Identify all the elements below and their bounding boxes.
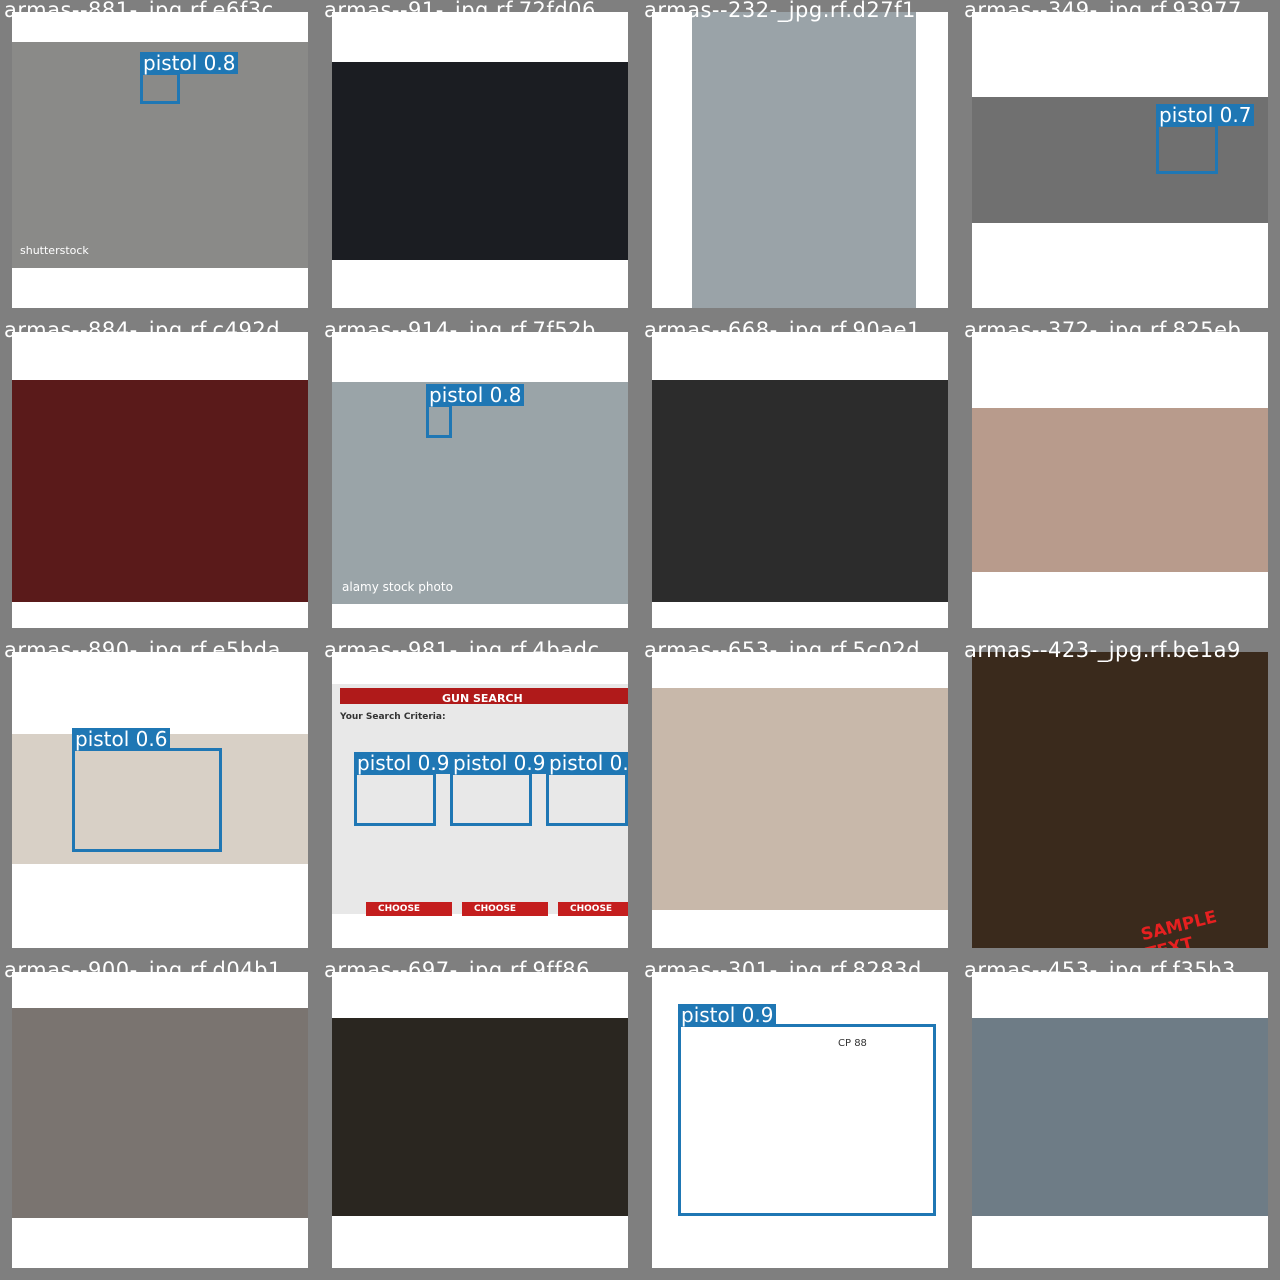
detection-box [72, 748, 222, 852]
detection-box [678, 1024, 936, 1216]
image-tile: armas--884-_jpg.rf.c492d [0, 320, 320, 640]
image-tile: armas--91-_jpg.rf.72fd06 [320, 0, 640, 320]
image-canvas [972, 332, 1268, 628]
photo-overlay-text: shutterstock [20, 244, 89, 257]
photo-overlay-text: Your Search Criteria: [340, 712, 446, 722]
photo [332, 62, 628, 260]
detection-label: pistol 0.6 [72, 728, 171, 750]
photo-overlay-text: CHOOSE [570, 904, 613, 914]
photo [332, 1018, 628, 1216]
image-canvas [972, 972, 1268, 1268]
image-tile: armas--668-_jpg.rf.90ae1 [640, 320, 960, 640]
image-canvas: shutterstock pistol 0.8 [12, 12, 308, 308]
photo-overlay-text: alamy stock photo [342, 580, 453, 594]
detection-box [546, 772, 628, 826]
image-canvas: SAMPLE TEXT [972, 652, 1268, 948]
image-tile: SAMPLE TEXTarmas--423-_jpg.rf.be1a9 [960, 640, 1280, 960]
photo [652, 380, 948, 602]
image-tile: shutterstock pistol 0.8 armas--881-_jpg.rf… [0, 0, 320, 320]
image-tile: armas--697-_jpg.rf.9ff86 [320, 960, 640, 1280]
image-tile: armas--372-_jpg.rf.825eb [960, 320, 1280, 640]
image-canvas: alamy stock photo pistol 0.8 [332, 332, 628, 628]
detection-box [1156, 124, 1218, 174]
detection-box [426, 404, 452, 438]
image-canvas [652, 12, 948, 308]
image-canvas [12, 332, 308, 628]
photo [652, 688, 948, 910]
image-canvas [332, 972, 628, 1268]
detection-label: pistol 0.9 [354, 752, 453, 774]
image-tile: armas--453-_jpg.rf.f35b3 [960, 960, 1280, 1280]
detection-label: pistol 0.9 [450, 752, 549, 774]
photo [692, 12, 916, 308]
photo [332, 382, 628, 604]
photo [12, 380, 308, 602]
image-grid: shutterstock pistol 0.8 armas--881-_jpg.rf… [0, 0, 1280, 1280]
photo [972, 1018, 1268, 1216]
detection-label: pistol 0.8 [426, 384, 525, 406]
detection-label: pistol 0.8 [140, 52, 239, 74]
image-tile: GUN SEARCH Your Search Criteria: CHOOSE CHO… [320, 640, 640, 960]
photo-overlay-text: CHOOSE [378, 904, 421, 914]
image-tile: CP 88 pistol 0.9 armas--301-_jpg.rf.8283d [640, 960, 960, 1280]
image-tile: armas--232-_jpg.rf.d27f1 [640, 0, 960, 320]
detection-label: pistol 0.9 [678, 1004, 777, 1026]
image-tile: armas--900-_jpg.rf.d04b1 [0, 960, 320, 1280]
detection-box [354, 772, 436, 826]
image-canvas: GUN SEARCH Your Search Criteria: CHOOSE CHO… [332, 652, 628, 948]
image-tile: alamy stock photo pistol 0.8 armas--914-_j… [320, 320, 640, 640]
detection-label: pistol 0.7 [1156, 104, 1255, 126]
photo-overlay-text: GUN SEARCH [442, 692, 523, 705]
image-canvas: CP 88 pistol 0.9 [652, 972, 948, 1268]
photo [972, 408, 1268, 572]
image-canvas [652, 652, 948, 948]
detection-box [140, 72, 180, 104]
image-tile: pistol 0.7 armas--349-_jpg.rf.93977 [960, 0, 1280, 320]
image-canvas: pistol 0.6 [12, 652, 308, 948]
photo-overlay-text: CHOOSE [474, 904, 517, 914]
image-canvas: pistol 0.7 [972, 12, 1268, 308]
detection-box [450, 772, 532, 826]
image-canvas [12, 972, 308, 1268]
image-tile: pistol 0.6 armas--890-_jpg.rf.e5bda [0, 640, 320, 960]
detection-label: pistol 0.9 [546, 752, 628, 774]
image-tile: armas--653-_jpg.rf.5c02d [640, 640, 960, 960]
photo [12, 1008, 308, 1218]
image-canvas [332, 12, 628, 308]
image-canvas [652, 332, 948, 628]
